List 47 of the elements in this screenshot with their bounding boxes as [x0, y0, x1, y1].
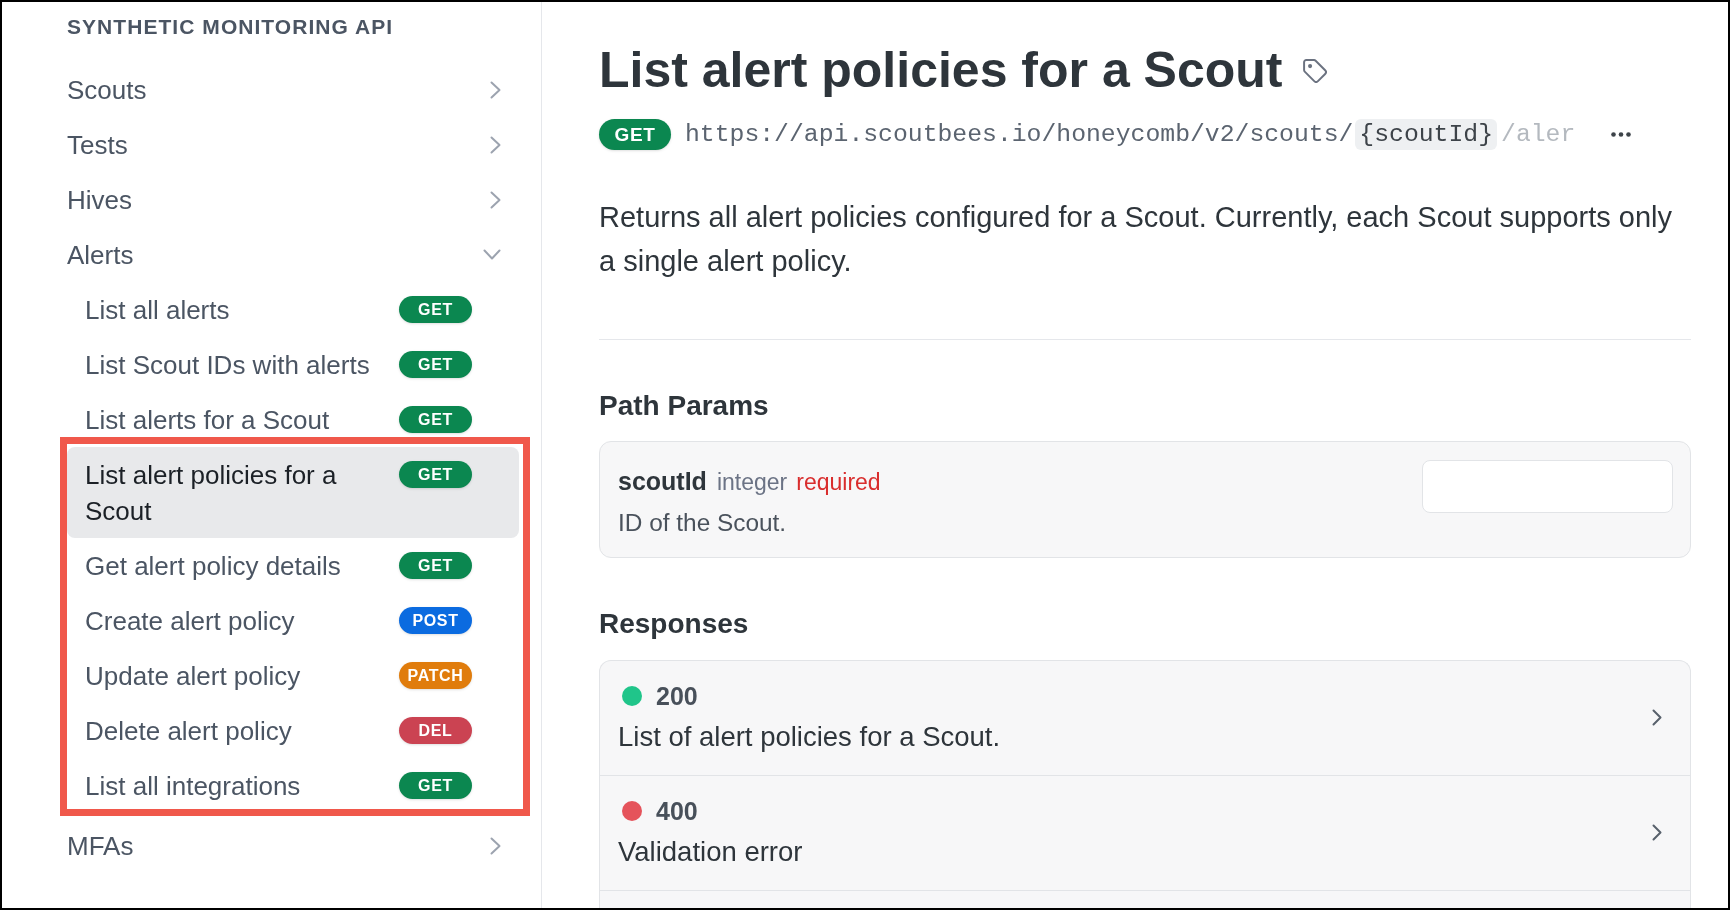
method-badge: POST	[399, 607, 472, 634]
nav-item[interactable]: List Scout IDs with alerts GET	[67, 337, 519, 392]
method-badge: DEL	[399, 717, 472, 744]
response-description: Validation error	[618, 835, 803, 869]
nav-section[interactable]: Alerts	[67, 227, 501, 282]
nav-item[interactable]: Get alert policy details GET	[67, 538, 519, 593]
nav-item[interactable]: Delete alert policy DEL	[67, 703, 519, 758]
section-heading: Responses	[599, 607, 750, 641]
method-badge: GET	[599, 118, 671, 150]
path-param: {scoutId}	[1355, 118, 1498, 150]
url-text: https://api.scoutbees.io/honeycomb/v2/scouts/	[685, 118, 1354, 150]
chevron-right-icon	[1652, 708, 1662, 726]
method-badge: GET	[399, 461, 472, 488]
chevron-right-icon	[1652, 823, 1662, 841]
nav-item[interactable]: List all alerts GET	[67, 282, 519, 337]
param-name: scoutId	[618, 466, 707, 497]
nav-item[interactable]: List alerts for a Scout GET	[67, 392, 519, 447]
method-badge: GET	[399, 406, 472, 433]
nav-section[interactable]: Scouts	[67, 62, 501, 117]
nav-section[interactable]: MFAs	[67, 818, 501, 873]
param-description: ID of the Scout.	[618, 508, 788, 538]
status-code: 400	[656, 796, 698, 827]
nav-section[interactable]: Hives	[67, 172, 501, 227]
method-badge: GET	[399, 772, 472, 799]
tag-icon[interactable]	[1302, 59, 1327, 83]
response-row[interactable]: 400 Validation error	[600, 776, 1690, 891]
nav-item[interactable]: List all integrations GET	[67, 758, 519, 813]
nav-section[interactable]: Tests	[67, 117, 501, 172]
method-badge: GET	[399, 296, 472, 323]
status-code: 200	[656, 681, 698, 712]
method-badge: GET	[399, 552, 472, 579]
method-badge: PATCH	[399, 662, 472, 689]
nav-item[interactable]: Create alert policy POST	[67, 593, 519, 648]
url-text: /aler	[1501, 118, 1576, 150]
page-title: List alert policies for a Scout	[599, 41, 1283, 100]
nav-item[interactable]: Update alert policy PATCH	[67, 648, 519, 703]
param-required: required	[796, 468, 881, 497]
param-type: integer	[716, 468, 788, 497]
nav-item[interactable]: List alert policies for a Scout GET	[67, 447, 519, 538]
response-description: List of alert policies for a Scout.	[618, 720, 1001, 754]
sidebar-heading: SYNTHETIC MONITORING API	[67, 14, 394, 40]
param-input[interactable]	[1422, 460, 1673, 513]
endpoint-description: Returns all alert policies configured for a Scout. Currently, each Scout supports only a single alert policy.	[599, 200, 1673, 279]
response-row[interactable]: 200 List of alert policies for a Scout.	[600, 661, 1690, 776]
more-icon[interactable]	[1611, 131, 1632, 137]
section-heading: Path Params	[599, 389, 770, 423]
method-badge: GET	[399, 351, 472, 378]
